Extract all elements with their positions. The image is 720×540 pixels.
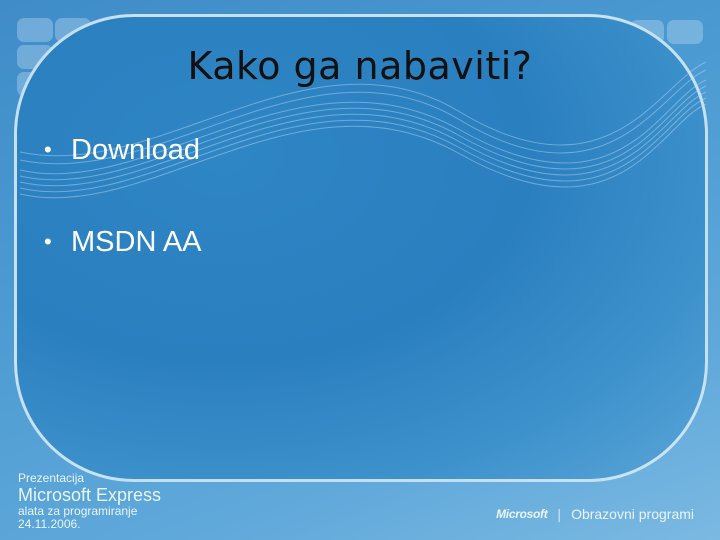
slide: Kako ga nabaviti? • Download • MSDN AA P… bbox=[0, 0, 720, 540]
bullet-item: • MSDN AA bbox=[44, 222, 202, 314]
brand-footer: Microsoft | Obrazovni programi bbox=[496, 506, 694, 522]
presentation-label: Prezentacija bbox=[18, 471, 85, 485]
presentation-product: Microsoft Express bbox=[18, 485, 162, 505]
presentation-date: 24.11.2006. bbox=[18, 517, 81, 531]
tile-shape bbox=[17, 18, 53, 42]
presentation-info: Prezentacija Microsoft Express alata za … bbox=[18, 472, 161, 530]
tile-shape bbox=[667, 20, 703, 44]
bullet-item: • Download bbox=[44, 130, 202, 222]
bullet-text: Download bbox=[71, 134, 200, 166]
bullet-text: MSDN AA bbox=[71, 226, 202, 258]
footer-separator: | bbox=[557, 506, 562, 522]
bullet-list: • Download • MSDN AA bbox=[44, 130, 202, 314]
bullet-marker: • bbox=[44, 229, 52, 254]
program-name: Obrazovni programi bbox=[571, 506, 694, 522]
bullet-marker: • bbox=[44, 137, 52, 162]
slide-title: Kako ga nabaviti? bbox=[187, 44, 533, 88]
presentation-subtitle: alata za programiranje bbox=[18, 504, 138, 518]
microsoft-logo: Microsoft bbox=[496, 507, 548, 521]
